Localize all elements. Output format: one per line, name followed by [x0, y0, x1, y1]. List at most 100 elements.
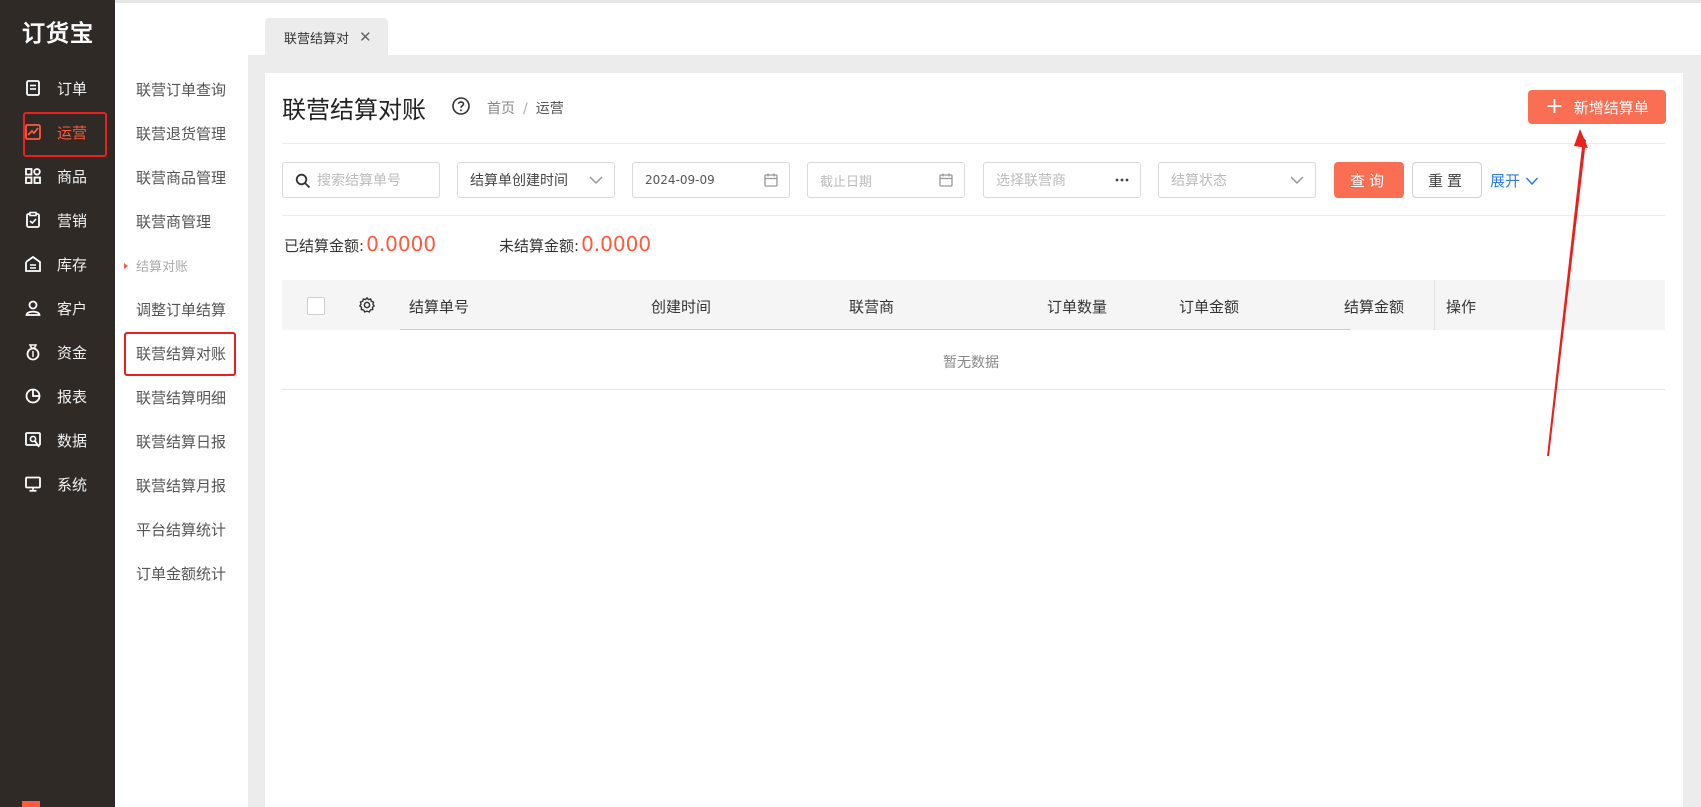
nav-label: 客户 — [57, 299, 88, 318]
sub-group-settlement: 结算对账 — [123, 256, 188, 275]
add-settlement-label: 新增结算单 — [1573, 98, 1649, 117]
money-bag-icon — [23, 342, 43, 362]
nav-label: 系统 — [57, 475, 88, 494]
sub-sidebar: 联营订单查询 联营退货管理 联营商品管理 联营商管理 结算对账 调整订单结算 联… — [115, 55, 248, 807]
header-divider — [282, 143, 1665, 144]
nav-label: 商品 — [57, 167, 88, 186]
column-settlement-no: 结算单号 — [409, 298, 470, 316]
monitor-icon — [23, 474, 43, 494]
help-question-icon[interactable] — [451, 96, 471, 116]
search-input[interactable]: 搜索结算单号 — [282, 162, 440, 198]
sub-item-joint-partner[interactable]: 联营商管理 — [136, 211, 211, 232]
nav-label: 营销 — [57, 211, 88, 230]
time-type-value: 结算单创建时间 — [470, 173, 568, 189]
content-gutter — [248, 55, 265, 807]
nav-item-funds[interactable]: 资金 — [0, 330, 115, 374]
search-icon — [295, 173, 311, 189]
expand-toggle[interactable]: 展开 — [1490, 170, 1539, 191]
header-underline — [400, 329, 1350, 330]
partner-placeholder: 选择联营商 — [996, 173, 1066, 189]
sub-item-platform-stats[interactable]: 平台结算统计 — [136, 519, 226, 540]
sub-item-joint-order-query[interactable]: 联营订单查询 — [136, 79, 226, 100]
page-title: 联营结算对账 — [282, 96, 426, 124]
nav-label: 订单 — [57, 79, 88, 98]
nav-label: 资金 — [57, 343, 88, 362]
calendar-icon — [764, 173, 778, 187]
nav-label: 库存 — [57, 255, 88, 274]
time-type-select[interactable]: 结算单创建时间 — [457, 162, 615, 198]
settled-amount: 已结算金额: 0.0000 — [284, 232, 436, 256]
search-placeholder: 搜索结算单号 — [317, 173, 401, 189]
column-created-time: 创建时间 — [651, 298, 712, 316]
main-sidebar: 订货宝 订单 运营 商品 营销 库存 客户 资金 报表 数据 系统 — [0, 0, 115, 807]
status-placeholder: 结算状态 — [1171, 173, 1227, 189]
right-gutter — [1683, 55, 1701, 807]
sub-item-settlement-detail[interactable]: 联营结算明细 — [136, 387, 226, 408]
empty-state: 暂无数据 — [943, 355, 999, 371]
logo: 订货宝 — [22, 21, 94, 47]
nav-item-inventory[interactable]: 库存 — [0, 242, 115, 286]
nav-item-marketing[interactable]: 营销 — [0, 198, 115, 242]
start-date-picker[interactable]: 2024-09-09 — [632, 162, 790, 198]
breadcrumb-separator: / — [523, 101, 528, 117]
nav-item-customer[interactable]: 客户 — [0, 286, 115, 330]
column-settlement-amount: 结算金额 — [1344, 298, 1405, 316]
select-all-checkbox[interactable] — [307, 297, 325, 315]
nav-label: 运营 — [57, 123, 88, 142]
chevron-down-icon — [1525, 176, 1539, 185]
tab-bar — [248, 3, 1701, 55]
marketing-clipboard-icon — [23, 210, 43, 230]
customer-user-icon — [23, 298, 43, 318]
sub-item-adjust-settlement[interactable]: 调整订单结算 — [136, 299, 226, 320]
settled-value: 0.0000 — [366, 232, 437, 256]
sub-item-order-amount-stats[interactable]: 订单金额统计 — [136, 563, 226, 584]
nav-item-goods[interactable]: 商品 — [0, 154, 115, 198]
nav-item-system[interactable]: 系统 — [0, 462, 115, 506]
pie-report-icon — [23, 386, 43, 406]
status-select[interactable]: 结算状态 — [1158, 162, 1316, 198]
unsettled-amount: 未结算金额: 0.0000 — [499, 232, 651, 256]
reset-button[interactable]: 重置 — [1412, 162, 1482, 198]
nav-item-order[interactable]: 订单 — [0, 66, 115, 110]
column-order-count: 订单数量 — [1047, 298, 1108, 316]
expand-label: 展开 — [1490, 172, 1521, 190]
nav-item-operation[interactable]: 运营 — [0, 110, 115, 157]
order-icon — [23, 78, 43, 98]
nav-item-report[interactable]: 报表 — [0, 374, 115, 418]
breadcrumb-current: 运营 — [535, 101, 564, 117]
nav-item-data[interactable]: 数据 — [0, 418, 115, 462]
bottom-nav-partial — [22, 801, 40, 807]
table-bottom-border — [282, 389, 1665, 390]
data-search-icon — [23, 430, 43, 450]
sub-item-settlement-reconciliation[interactable]: 联营结算对账 — [123, 332, 237, 376]
tab-settlement-reconciliation[interactable]: 联营结算对 ✕ — [265, 18, 388, 56]
chevron-down-icon — [1290, 176, 1304, 185]
sub-item-settlement-monthly[interactable]: 联营结算月报 — [136, 475, 226, 496]
sub-item-joint-return[interactable]: 联营退货管理 — [136, 123, 226, 144]
breadcrumb-home[interactable]: 首页 — [487, 101, 515, 117]
end-date-picker[interactable]: 截止日期 — [807, 162, 965, 198]
close-icon[interactable]: ✕ — [359, 28, 372, 46]
end-date-placeholder: 截止日期 — [820, 174, 873, 190]
plus-icon: + — [1545, 94, 1564, 119]
sub-item-joint-goods[interactable]: 联营商品管理 — [136, 167, 226, 188]
column-actions: 操作 — [1446, 298, 1477, 316]
operation-chart-icon — [23, 122, 43, 142]
calendar-icon — [939, 173, 953, 187]
sub-item-settlement-daily[interactable]: 联营结算日报 — [136, 431, 226, 452]
filter-divider — [282, 215, 1665, 216]
breadcrumb: 首页 / 运营 — [487, 98, 564, 118]
query-button[interactable]: 查询 — [1334, 162, 1404, 198]
column-settings-gear-icon[interactable] — [358, 296, 376, 314]
goods-grid-icon — [23, 166, 43, 186]
partner-select[interactable]: 选择联营商 — [983, 162, 1141, 198]
warehouse-icon — [23, 254, 43, 274]
add-settlement-button[interactable]: + 新增结算单 — [1528, 90, 1666, 124]
nav-label: 报表 — [57, 387, 88, 406]
column-partner: 联营商 — [849, 298, 895, 316]
tab-bar-shadow — [265, 55, 1701, 73]
start-date-value: 2024-09-09 — [645, 173, 715, 187]
unsettled-label: 未结算金额: — [499, 237, 580, 255]
column-divider — [1434, 280, 1435, 330]
more-dots-icon — [1115, 178, 1129, 182]
